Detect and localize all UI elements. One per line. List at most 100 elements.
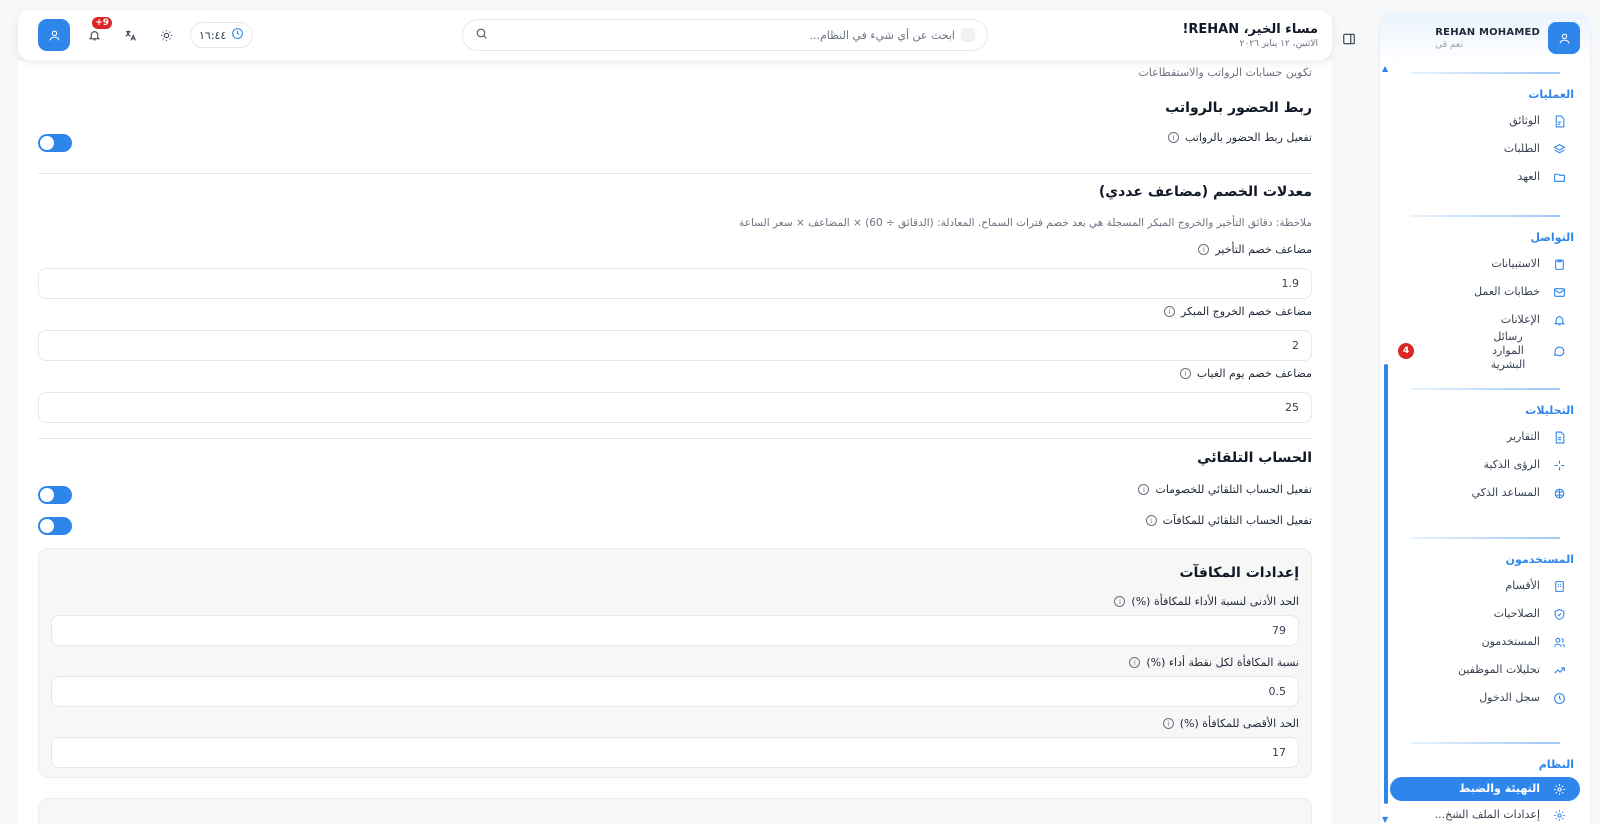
sidebar-item-label: الإعلانات: [1500, 312, 1540, 326]
auto-bonuses-label: تفعيل الحساب التلقائي للمكافآت i: [1145, 514, 1312, 527]
info-icon[interactable]: i: [1129, 657, 1141, 668]
sidebar-item-departments[interactable]: الأقسام: [1380, 572, 1590, 600]
next-settings-card: [38, 798, 1312, 824]
bonus-per-point-label: نسبة المكافأة لكل نقطة أداء (%) i: [1129, 656, 1299, 669]
early-leave-multiplier-label: مضاعف خصم الخروج المبكر i: [1163, 305, 1312, 318]
time-display: ١٦:٤٤: [190, 22, 254, 48]
sidebar-item-smart-assistant[interactable]: المساعد الذكي: [1380, 479, 1590, 507]
section-title-analytics: التحليلات: [1525, 404, 1574, 417]
auto-deductions-toggle[interactable]: [38, 486, 72, 504]
late-multiplier-input[interactable]: 1.9: [38, 268, 1312, 299]
sidebar-item-label: الرؤى الذكية: [1483, 457, 1540, 471]
sidebar-item-label: الاستبيانات: [1491, 256, 1540, 270]
sidebar-item-label: التقارير: [1506, 429, 1540, 443]
sidebar-item-profile-settings[interactable]: إعدادات الملف الشخ...: [1380, 801, 1590, 824]
section-title-system: النظام: [1538, 758, 1574, 771]
notification-count-badge: +9: [92, 17, 112, 29]
sidebar-item-surveys[interactable]: الاستبيانات: [1380, 250, 1590, 278]
section-title-attendance: ربط الحضور بالرواتب: [1165, 100, 1312, 116]
info-icon[interactable]: i: [1138, 484, 1150, 495]
section-title-auto-calc: الحساب التلقائي: [1197, 450, 1312, 466]
sidebar-item-work-letters[interactable]: خطابات العمل: [1380, 278, 1590, 306]
absence-multiplier-label: مضاعف خصم يوم الغياب i: [1179, 367, 1312, 380]
sidebar-item-login-log[interactable]: سجل الدخول: [1380, 684, 1590, 712]
info-icon[interactable]: i: [1145, 515, 1157, 526]
sidebar-item-label: رسائل الموارد البشرية: [1490, 329, 1526, 372]
sidebar-header: REHAN MOHAMED نعم قي: [1380, 12, 1590, 64]
bonus-min-label: الحد الأدنى لنسبة الأداء للمكافأة (%) i: [1114, 595, 1299, 608]
search-input[interactable]: ابحث عن أي شيء في النظام...: [488, 29, 961, 42]
sidebar-item-configuration[interactable]: التهيئة والضبط: [1390, 777, 1580, 801]
auto-bonuses-toggle[interactable]: [38, 517, 72, 535]
bonus-max-label: الحد الأقصى للمكافأة (%) i: [1162, 717, 1299, 730]
info-icon[interactable]: i: [1179, 368, 1191, 379]
sidebar-item-label: خطابات العمل: [1474, 284, 1540, 298]
attendance-payroll-toggle[interactable]: [38, 134, 72, 152]
late-multiplier-label: مضاعف خصم التأخير i: [1198, 243, 1312, 256]
formula-note: ملاحظة: دقائق التأخير والخروج المبكر الم…: [739, 217, 1312, 229]
info-icon[interactable]: i: [1198, 244, 1210, 255]
section-title-users: المستخدمون: [1505, 553, 1574, 566]
section-title-operations: العمليات: [1528, 88, 1574, 101]
top-bar-actions: +9 ١٦:٤٤: [38, 17, 254, 51]
sidebar-item-label: الأقسام: [1505, 578, 1540, 592]
auto-deductions-label: تفعيل الحساب التلقائي للخصومات i: [1138, 483, 1312, 496]
chat-icon: [1552, 344, 1566, 358]
sidebar-item-label: العهد: [1517, 169, 1540, 183]
user-menu-button[interactable]: [38, 19, 70, 51]
greeting-title: مساء الخير، REHAN!: [1182, 21, 1318, 37]
sidebar-item-label: المساعد الذكي: [1471, 485, 1540, 499]
theme-toggle-button[interactable]: [152, 21, 180, 49]
panel-icon: [1343, 33, 1355, 45]
greeting-date: الاثنين، ١٢ يناير ٢٠٢٦: [1239, 38, 1318, 49]
label-text: مضاعف خصم يوم الغياب: [1196, 367, 1312, 380]
sidebar-item-custody[interactable]: العهد: [1380, 163, 1590, 191]
main-content: تكوين حسابات الرواتب والاستقطاعات ربط ال…: [18, 60, 1332, 824]
search-icon[interactable]: [475, 27, 488, 43]
info-icon[interactable]: i: [1163, 306, 1175, 317]
language-button[interactable]: [116, 21, 144, 49]
absence-multiplier-input[interactable]: 25: [38, 392, 1312, 423]
building-icon: [1552, 579, 1566, 593]
early-leave-multiplier-input[interactable]: 2: [38, 330, 1312, 361]
bonus-per-point-input[interactable]: 0.5: [51, 676, 1299, 707]
sidebar-nav: العمليات الوثائق الطلبات العهد التواصل ا…: [1380, 72, 1590, 824]
label-text: الحد الأقصى للمكافأة (%): [1179, 717, 1299, 730]
info-icon[interactable]: i: [1162, 718, 1174, 729]
sidebar-item-documents[interactable]: الوثائق: [1380, 107, 1590, 135]
sidebar-item-requests[interactable]: الطلبات: [1380, 135, 1590, 163]
report-icon: [1552, 430, 1566, 444]
shield-icon: [1552, 607, 1566, 621]
sidebar-item-label: الوثائق: [1509, 113, 1540, 127]
sidebar-item-label: تحليلات الموظفين: [1457, 662, 1540, 676]
sidebar-item-hr-messages[interactable]: رسائل الموارد البشرية 4: [1380, 330, 1590, 371]
sidebar-item-employee-analytics[interactable]: تحليلات الموظفين: [1380, 656, 1590, 684]
user-avatar[interactable]: [1548, 22, 1580, 54]
sidebar-item-label: الصلاحيات: [1493, 606, 1540, 620]
greeting-block: مساء الخير، REHAN! الاثنين، ١٢ يناير ٢٠٢…: [1182, 22, 1318, 49]
shortcut-key-icon: [961, 28, 975, 42]
sidebar-item-users[interactable]: المستخدمون: [1380, 628, 1590, 656]
label-text: مضاعف خصم الخروج المبكر: [1180, 305, 1312, 318]
section-title-communication: التواصل: [1530, 231, 1574, 244]
unread-badge: 4: [1398, 343, 1414, 359]
bonus-min-input[interactable]: 79: [51, 615, 1299, 646]
attendance-toggle-label: تفعيل ربط الحضور بالرواتب i: [1168, 131, 1312, 144]
notifications-button[interactable]: +9: [80, 17, 112, 49]
top-bar: مساء الخير، REHAN! الاثنين، ١٢ يناير ٢٠٢…: [18, 10, 1332, 60]
sidebar-item-label: الطلبات: [1503, 141, 1540, 155]
info-icon[interactable]: i: [1168, 132, 1179, 143]
folder-icon: [1552, 170, 1566, 184]
bonus-max-input[interactable]: 17: [51, 737, 1299, 768]
bonus-settings-card: إعدادات المكافآت الحد الأدنى لنسبة الأدا…: [38, 548, 1312, 778]
label-text: تفعيل الحساب التلقائي للخصومات: [1155, 483, 1312, 496]
sidebar-item-reports[interactable]: التقارير: [1380, 423, 1590, 451]
bell-icon: [1552, 313, 1566, 327]
trend-icon: [1552, 663, 1566, 677]
clock-icon: [1552, 691, 1566, 705]
sidebar-item-permissions[interactable]: الصلاحيات: [1380, 600, 1590, 628]
sidebar-item-smart-insights[interactable]: الرؤى الذكية: [1380, 451, 1590, 479]
sidebar-toggle-button[interactable]: [1342, 32, 1356, 49]
search-box[interactable]: ابحث عن أي شيء في النظام...: [462, 19, 988, 51]
info-icon[interactable]: i: [1114, 596, 1126, 607]
